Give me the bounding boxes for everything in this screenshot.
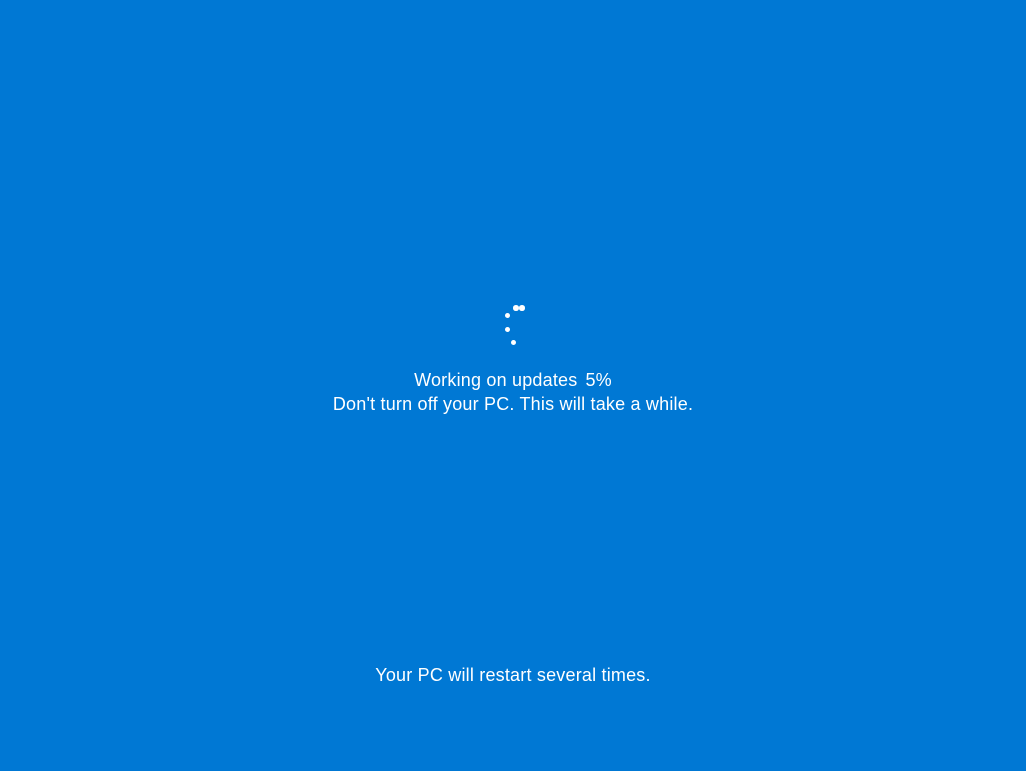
spinner-dot [505,327,510,332]
spinner-dot [513,305,519,311]
update-warning-text: Don't turn off your PC. This will take a… [333,394,693,415]
restart-notice: Your PC will restart several times. [0,665,1026,686]
loading-spinner-icon [493,305,533,345]
spinner-dot [511,340,516,345]
spinner-dot [505,313,510,318]
update-progress-percent: 5% [585,370,611,391]
update-status-panel: Working on updates 5% Don't turn off you… [0,305,1026,415]
update-status-label: Working on updates [414,370,577,391]
spinner-dot [519,305,525,311]
update-status-line: Working on updates 5% [414,370,612,391]
